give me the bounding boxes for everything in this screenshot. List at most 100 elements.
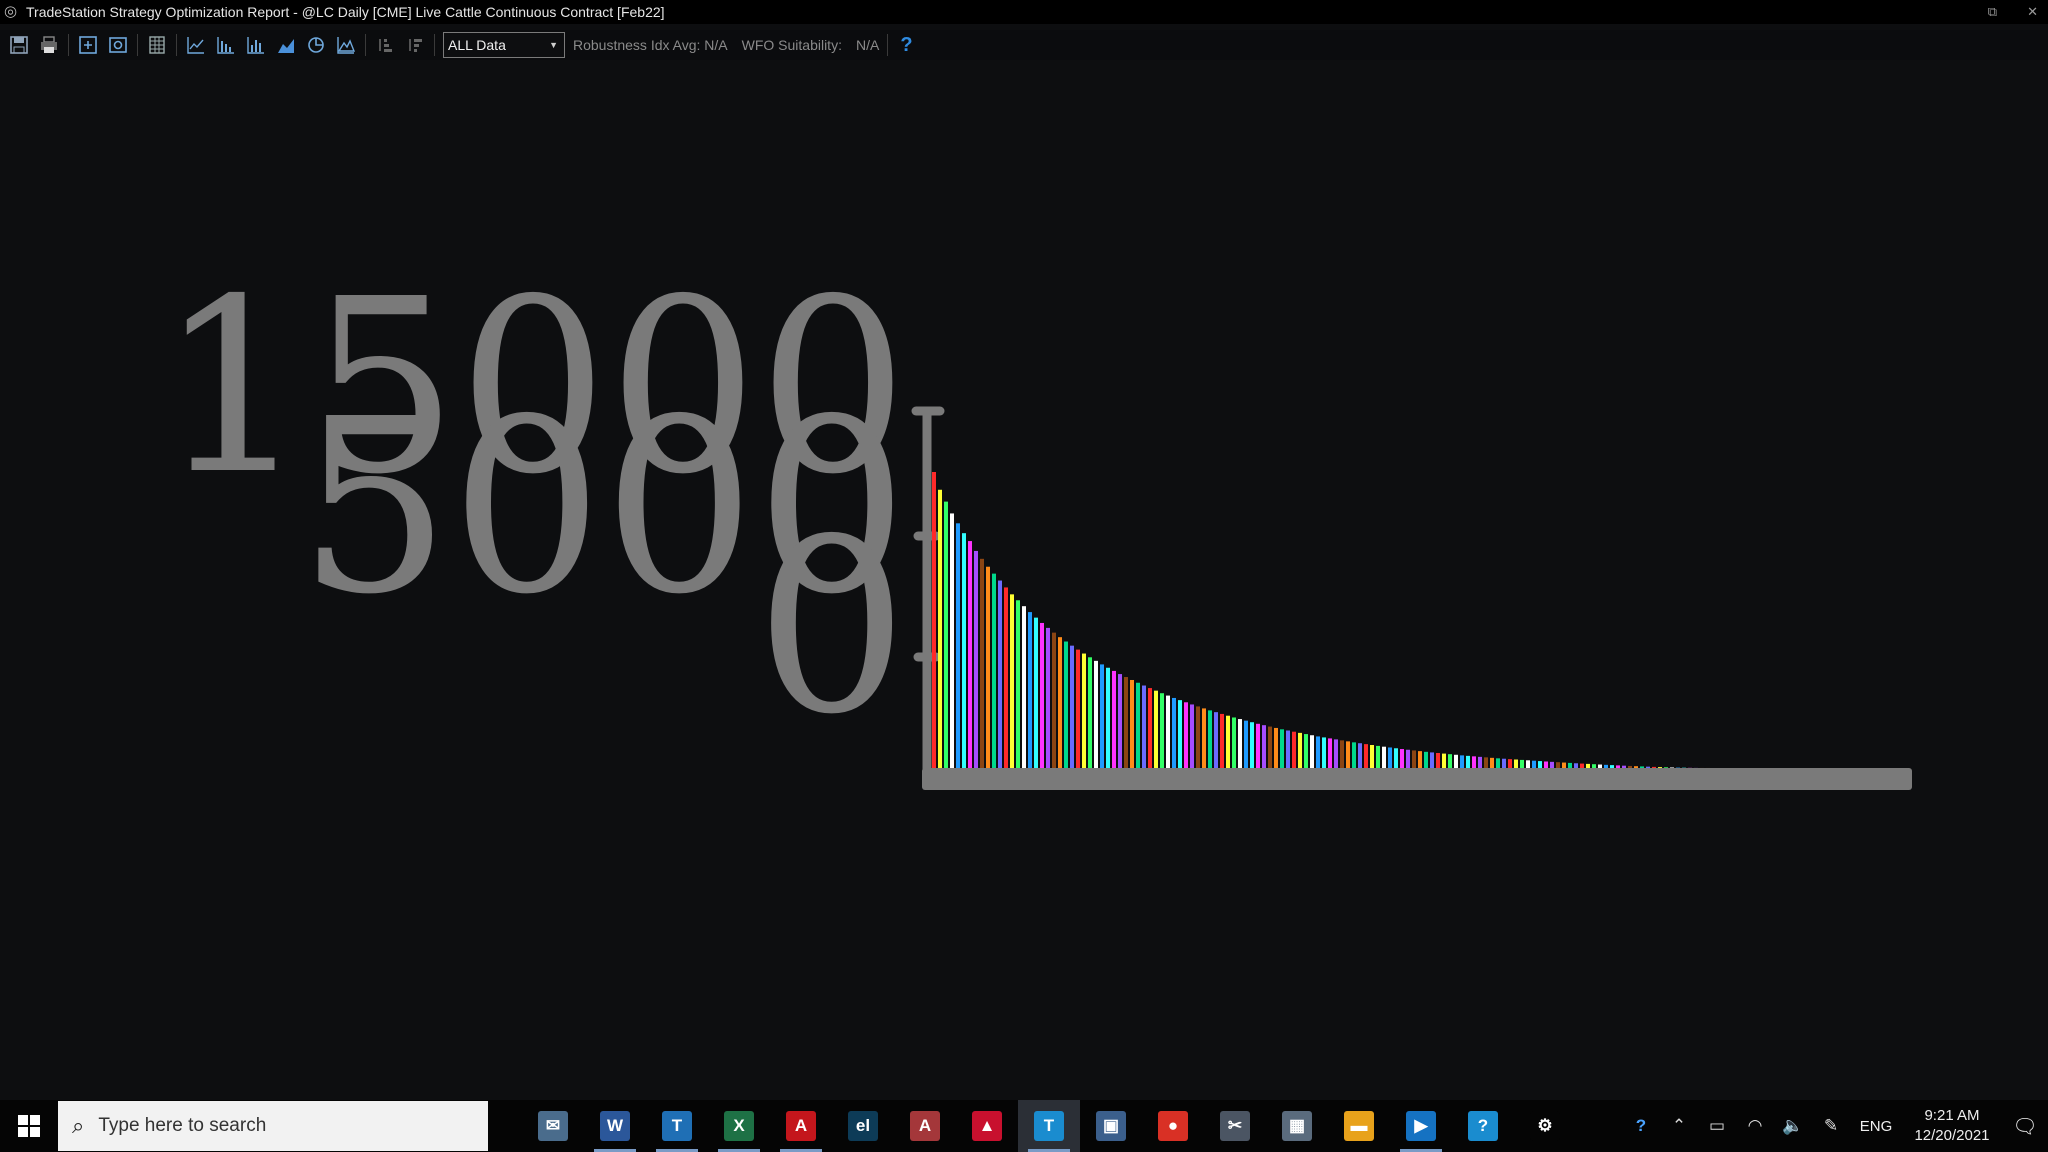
chart-bar [1328, 738, 1332, 768]
taskbar-app-button[interactable]: ? [1452, 1100, 1514, 1152]
chart-bar [1220, 713, 1224, 768]
chart-bar [1556, 762, 1560, 768]
clock[interactable]: 9:21 AM 12/20/2021 [1902, 1106, 2002, 1146]
chart-bar [1634, 766, 1638, 768]
chart-bar [1298, 732, 1302, 768]
calculator-icon: ▦ [1282, 1111, 1312, 1141]
chart-bar [1052, 632, 1056, 768]
taskbar-app-button[interactable]: el [832, 1100, 894, 1152]
notification-center-icon[interactable]: 🗨 [2002, 1114, 2048, 1139]
line-chart-icon[interactable] [185, 34, 207, 56]
chart-bar [1118, 674, 1122, 768]
acrobat-icon: A [786, 1111, 816, 1141]
chart-bar [1466, 755, 1470, 768]
chart-bar [1592, 764, 1596, 768]
save-icon[interactable] [8, 34, 30, 56]
chevron-up-icon[interactable]: ⌃ [1660, 1116, 1698, 1136]
chrome-icon: ● [1158, 1111, 1188, 1141]
chart-bar [1376, 745, 1380, 768]
taskbar-app-button[interactable]: T [1018, 1100, 1080, 1152]
toolbar-separator [137, 34, 138, 56]
toolbar-separator [365, 34, 366, 56]
chart-bar [1652, 766, 1656, 768]
chart-bar [1526, 760, 1530, 768]
taskbar-app-button[interactable]: ✉ [522, 1100, 584, 1152]
chart-bar [980, 558, 984, 768]
histogram-icon[interactable] [245, 34, 267, 56]
taskbar-app-button[interactable]: ● [1142, 1100, 1204, 1152]
taskbar-app-button[interactable]: ▦ [1266, 1100, 1328, 1152]
sort-asc-icon[interactable] [374, 34, 396, 56]
chart-bar [1088, 657, 1092, 768]
close-icon[interactable]: ✕ [2027, 4, 2038, 20]
start-button[interactable] [0, 1100, 58, 1152]
grid-icon[interactable] [146, 34, 168, 56]
restore-icon[interactable]: ⧉ [1988, 4, 1997, 20]
chevron-down-icon: ▼ [549, 40, 558, 50]
pie-chart-icon[interactable] [305, 34, 327, 56]
wifi-icon[interactable]: ◠ [1736, 1116, 1774, 1136]
clock-time: 9:21 AM [1924, 1107, 1980, 1124]
fit-icon[interactable] [77, 34, 99, 56]
volume-icon[interactable]: 🔈 [1774, 1116, 1812, 1136]
chart-bar [1640, 766, 1644, 768]
help-icon[interactable]: ? [900, 34, 912, 57]
chart-bar [1580, 763, 1584, 768]
print-icon[interactable] [38, 34, 60, 56]
taskbar-app-button[interactable]: T [646, 1100, 708, 1152]
chart-bar [1406, 749, 1410, 768]
taskbar-app-button[interactable]: W [584, 1100, 646, 1152]
mountain-chart-icon[interactable] [335, 34, 357, 56]
chart-bar [1484, 757, 1488, 768]
camera-icon[interactable] [107, 34, 129, 56]
taskbar-app-button[interactable]: X [708, 1100, 770, 1152]
chart-bar [1184, 702, 1188, 768]
area-chart-icon[interactable] [275, 34, 297, 56]
chart-bar [1310, 735, 1314, 768]
taskbar-app-button[interactable]: ▣ [1080, 1100, 1142, 1152]
chart-bar [1370, 745, 1374, 768]
taskbar-app-button[interactable]: ⚙ [1514, 1100, 1576, 1152]
chart-bar [1142, 685, 1146, 768]
system-tray: ? ⌃ ▭ ◠ 🔈 ✎ ENG 9:21 AM 12/20/2021 🗨 [1622, 1100, 2048, 1152]
chart-bar [1016, 600, 1020, 768]
taskbar-app-button[interactable]: A [770, 1100, 832, 1152]
chart-bar [986, 566, 990, 768]
data-range-value: ALL Data [448, 37, 506, 53]
taskbar-app-button[interactable]: ▲ [956, 1100, 1018, 1152]
chart-bar [1538, 761, 1542, 768]
chart-bar [1136, 682, 1140, 768]
chart-bar [1256, 723, 1260, 768]
help-notification-icon[interactable]: ? [1622, 1116, 1660, 1136]
chart-bar [1262, 725, 1266, 768]
chart-bar [1196, 706, 1200, 768]
chart-bar [1586, 763, 1590, 768]
windows-logo-icon [18, 1115, 40, 1137]
chart-bar [1382, 746, 1386, 768]
taskbar-apps: ✉ W T X Ael A ▲ T ▣ ● ✂ ▦ ▬ ▶? ⚙ [522, 1100, 1576, 1152]
chart-bar [1292, 731, 1296, 768]
excel-icon: X [724, 1111, 754, 1141]
network-app-icon: ▣ [1096, 1111, 1126, 1141]
chart-bar [1316, 736, 1320, 768]
pen-icon[interactable]: ✎ [1812, 1116, 1850, 1136]
taskbar-app-button[interactable]: A [894, 1100, 956, 1152]
chart-bar [998, 580, 1002, 768]
sort-desc-icon[interactable] [404, 34, 426, 56]
chart-bar [1388, 747, 1392, 768]
chart-bar [1460, 755, 1464, 768]
wfo-suitability-label: WFO Suitability: [741, 37, 842, 53]
taskbar-app-button[interactable]: ▶ [1390, 1100, 1452, 1152]
taskbar-app-button[interactable]: ✂ [1204, 1100, 1266, 1152]
battery-icon[interactable]: ▭ [1698, 1116, 1736, 1136]
snipping-tool-icon: ✂ [1220, 1111, 1250, 1141]
taskbar-search-box[interactable]: ⌕ Type here to search [58, 1101, 488, 1151]
y-axis-tick-labels: 15000 5000 0 [158, 247, 908, 767]
language-indicator[interactable]: ENG [1850, 1118, 1902, 1135]
taskbar-app-button[interactable]: ▬ [1328, 1100, 1390, 1152]
bar-chart-icon[interactable] [215, 34, 237, 56]
toolbar-separator [176, 34, 177, 56]
chart-bar [1670, 767, 1674, 768]
data-range-select[interactable]: ALL Data ▼ [443, 32, 565, 58]
chart-bar [1232, 717, 1236, 768]
